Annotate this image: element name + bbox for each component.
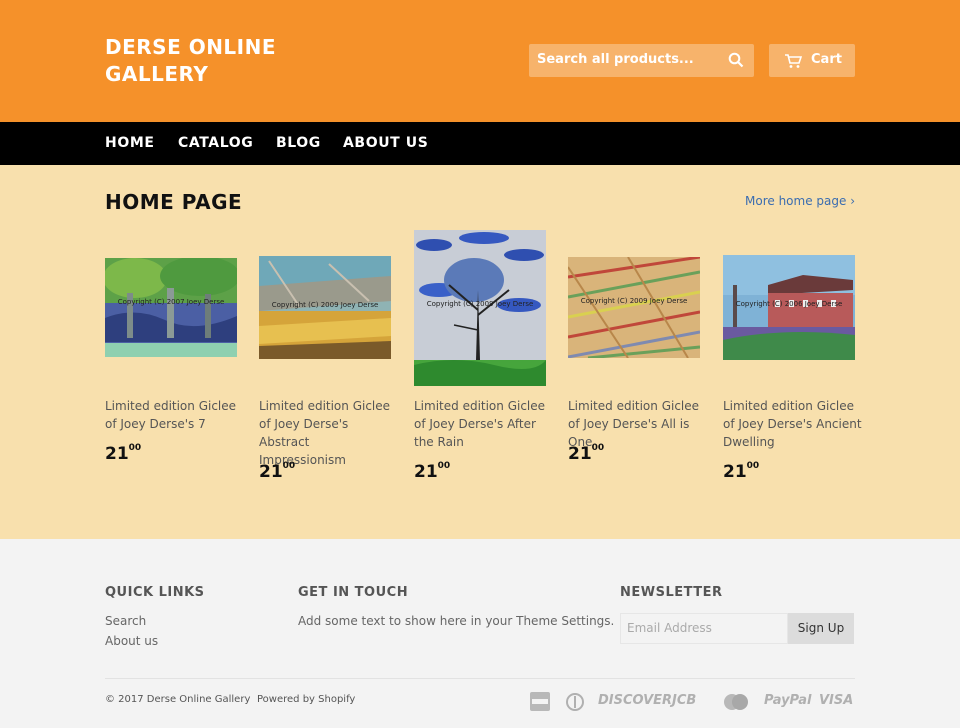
image-watermark: Copyright (C) 2009 Joey Derse (271, 301, 379, 309)
product-price: 2100 (259, 461, 296, 482)
product-title[interactable]: Limited edition Giclee of Joey Derse's A… (414, 397, 554, 451)
email-field[interactable]: Email Address (620, 613, 788, 644)
price-cents: 00 (591, 443, 605, 454)
product-title[interactable]: Limited edition Giclee of Joey Derse's A… (568, 397, 708, 451)
nav-item-home[interactable]: HOME (105, 135, 155, 151)
price-cents: 00 (128, 443, 142, 454)
product-image[interactable]: Copyright (C) 2007 Joey Derse (105, 258, 237, 357)
footer-link-search[interactable]: Search (105, 614, 146, 628)
search-icon[interactable] (728, 52, 744, 68)
nav-item-catalog[interactable]: CATALOG (178, 135, 253, 151)
more-home-page-link[interactable]: More home page › (745, 194, 855, 208)
price-main: 21 (259, 462, 283, 482)
product-image[interactable]: Copyright (C) 2009 Joey Derse (414, 230, 546, 386)
product-image[interactable]: Copyright (C) 2006 Joey Derse (723, 255, 855, 360)
price-main: 21 (105, 444, 129, 464)
logo-line-1[interactable]: DERSE ONLINE (105, 34, 305, 61)
main-nav: HOME CATALOG BLOG ABOUT US (0, 122, 960, 165)
image-watermark: Copyright (C) 2009 Joey Derse (580, 297, 688, 305)
price-main: 21 (414, 462, 438, 482)
price-cents: 00 (282, 461, 296, 472)
quick-links-heading: QUICK LINKS (105, 585, 205, 600)
main-content: HOME PAGE More home page › Copyright (C)… (0, 165, 960, 539)
product-price: 2100 (723, 461, 760, 482)
painting-trees-image (105, 258, 237, 357)
visa-icon: VISA (819, 693, 854, 708)
site-logo[interactable]: DERSE ONLINE GALLERY (105, 34, 305, 88)
nav-item-blog[interactable]: BLOG (276, 135, 321, 151)
search-input[interactable]: Search all products... (537, 52, 694, 67)
discover-icon: DISCOVER (598, 693, 673, 708)
get-in-touch-heading: GET IN TOUCH (298, 585, 409, 600)
search-box[interactable]: Search all products... (529, 44, 754, 77)
product-title[interactable]: Limited edition Giclee of Joey Derse's A… (723, 397, 863, 451)
product-price: 2100 (414, 461, 451, 482)
paypal-icon: PayPal (764, 693, 812, 708)
image-watermark: Copyright (C) 2007 Joey Derse (117, 298, 225, 306)
newsletter-heading: NEWSLETTER (620, 585, 723, 600)
product-image[interactable]: Copyright (C) 2009 Joey Derse (568, 257, 700, 358)
get-in-touch-text: Add some text to show here in your Theme… (298, 614, 615, 628)
nav-item-about-us[interactable]: ABOUT US (343, 135, 428, 151)
footer-link-about-us[interactable]: About us (105, 634, 158, 648)
diners-club-icon (566, 693, 584, 711)
image-watermark: Copyright (C) 2006 Joey Derse (735, 300, 843, 308)
sign-up-button[interactable]: Sign Up (788, 613, 854, 644)
painting-after-rain-image (414, 230, 546, 386)
cart-button[interactable]: Cart (769, 44, 855, 77)
site-header: DERSE ONLINE GALLERY Search all products… (0, 0, 960, 122)
painting-all-is-one-image (568, 257, 700, 358)
price-main: 21 (568, 444, 592, 464)
cart-icon (785, 54, 802, 68)
american-express-icon (530, 692, 550, 711)
price-cents: 00 (437, 461, 451, 472)
price-cents: 00 (746, 461, 760, 472)
product-title[interactable]: Limited edition Giclee of Joey Derse's A… (259, 397, 399, 469)
copyright-text: © 2017 Derse Online Gallery (105, 694, 251, 705)
product-image[interactable]: Copyright (C) 2009 Joey Derse (259, 256, 391, 359)
cart-label[interactable]: Cart (811, 52, 842, 67)
price-main: 21 (723, 462, 747, 482)
master-icon (724, 694, 748, 710)
image-watermark: Copyright (C) 2009 Joey Derse (426, 300, 534, 308)
product-price: 2100 (105, 443, 142, 464)
product-title[interactable]: Limited edition Giclee of Joey Derse's 7 (105, 397, 245, 433)
page-title: HOME PAGE (105, 190, 243, 214)
product-price: 2100 (568, 443, 605, 464)
powered-by-link[interactable]: Powered by Shopify (257, 694, 355, 705)
jcb-icon: JCB (672, 693, 697, 708)
footer-divider (105, 678, 855, 679)
logo-line-2[interactable]: GALLERY (105, 61, 305, 88)
